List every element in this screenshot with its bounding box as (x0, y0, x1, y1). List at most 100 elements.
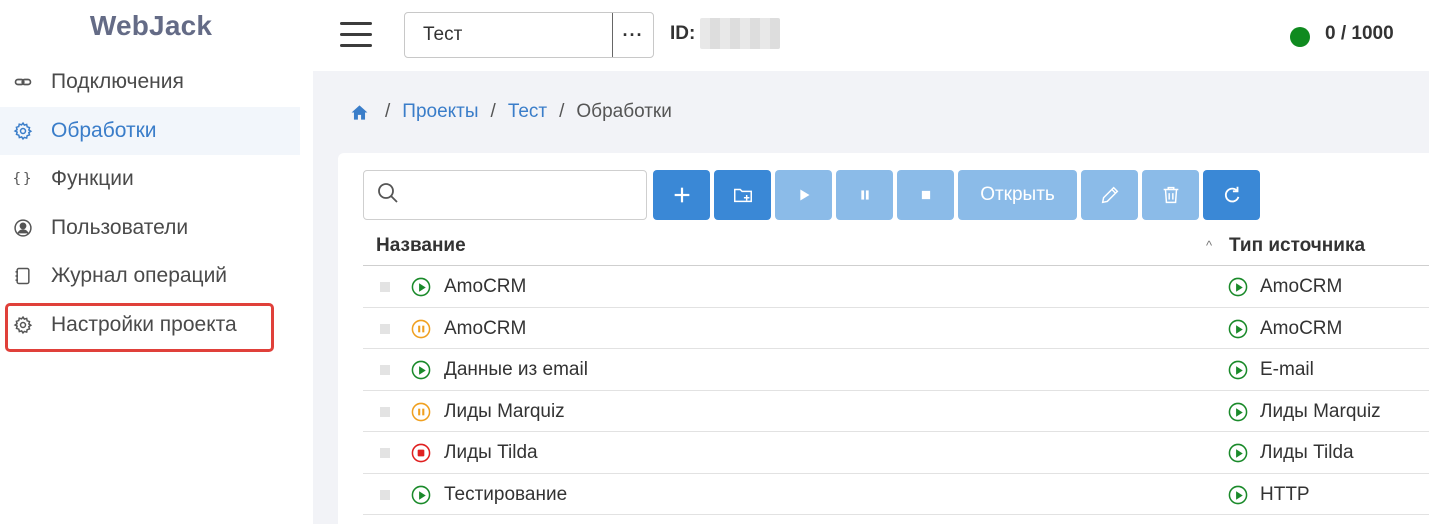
breadcrumb-projects[interactable]: Проекты (402, 101, 478, 123)
sidebar-item-journal[interactable]: Журнал операций (0, 252, 300, 301)
row-name[interactable]: AmoCRM (444, 276, 526, 298)
status-indicator (1290, 27, 1310, 47)
sidebar-item-label: Журнал операций (51, 264, 228, 288)
user-icon (12, 217, 34, 239)
row-name[interactable]: Тестирование (444, 484, 567, 506)
play-button[interactable] (775, 170, 832, 220)
table-row[interactable]: AmoCRM AmoCRM (363, 308, 1429, 349)
home-icon[interactable] (350, 103, 369, 122)
search-input[interactable] (408, 179, 638, 211)
row-checkbox[interactable] (380, 448, 390, 458)
add-button[interactable] (653, 170, 710, 220)
project-name[interactable]: Тест (405, 13, 612, 57)
delete-button[interactable] (1142, 170, 1199, 220)
sidebar-item-label: Функции (51, 167, 134, 191)
open-button[interactable]: Открыть (958, 170, 1077, 220)
row-name[interactable]: Данные из email (444, 359, 588, 381)
stop-button[interactable] (897, 170, 954, 220)
search-box[interactable] (363, 170, 647, 220)
column-header-name[interactable]: Название (376, 235, 466, 257)
row-name[interactable]: Лиды Tilda (444, 442, 538, 464)
pencil-icon (1101, 186, 1118, 204)
refresh-icon (1224, 186, 1239, 203)
pause-icon (860, 190, 869, 200)
gear-icon (12, 314, 34, 336)
table-header: Название ^ Тип источника (363, 226, 1429, 266)
project-more-button[interactable]: ··· (612, 13, 653, 57)
row-source: Лиды Marquiz (1260, 400, 1381, 422)
row-checkbox[interactable] (380, 282, 390, 292)
play-circle-icon (1228, 360, 1248, 380)
refresh-button[interactable] (1203, 170, 1260, 220)
edit-button[interactable] (1081, 170, 1138, 220)
sidebar-item-processing[interactable]: Обработки (0, 106, 300, 155)
sidebar-item-label: Подключения (51, 70, 184, 94)
table-row[interactable]: Лиды Marquiz Лиды Marquiz (363, 391, 1429, 432)
column-header-source[interactable]: Тип источника (1229, 235, 1365, 257)
add-folder-button[interactable] (714, 170, 771, 220)
row-checkbox[interactable] (380, 489, 390, 500)
project-selector[interactable]: Тест ··· (404, 12, 654, 58)
sidebar-item-functions[interactable]: {} Функции (0, 155, 300, 204)
row-name[interactable]: AmoCRM (444, 318, 526, 340)
stop-icon (921, 190, 930, 200)
row-source: AmoCRM (1260, 317, 1343, 339)
sidebar: WebJack Подключения Обработки {} Функции… (0, 0, 313, 524)
row-checkbox[interactable] (380, 365, 390, 375)
play-circle-icon (411, 360, 431, 380)
table-row[interactable]: Данные из email E-mail (363, 349, 1429, 391)
row-checkbox[interactable] (380, 323, 390, 334)
play-circle-icon (411, 277, 431, 297)
sidebar-item-users[interactable]: Пользователи (0, 204, 300, 253)
toolbar: Открыть (363, 170, 1264, 220)
plus-icon (674, 187, 689, 203)
play-circle-icon (1228, 277, 1248, 297)
top-bar: Тест ··· ID: 0 / 1000 (313, 0, 1429, 71)
id-label: ID: (670, 23, 696, 44)
table-body: AmoCRM AmoCRM AmoCRM AmoCRM Данные из email E… (363, 266, 1429, 515)
play-circle-icon (1228, 319, 1248, 339)
breadcrumb-current: Обработки (576, 101, 672, 122)
play-circle-icon (411, 485, 431, 505)
row-source: Лиды Tilda (1260, 442, 1354, 463)
sidebar-item-label: Настройки проекта (51, 312, 237, 336)
processing-table: Название ^ Тип источника AmoCRM AmoCRM Amo… (363, 226, 1429, 515)
journal-icon (12, 265, 34, 287)
pause-circle-icon (411, 402, 431, 422)
table-row[interactable]: Лиды Tilda Лиды Tilda (363, 432, 1429, 474)
folder-plus-icon (733, 188, 752, 203)
play-circle-icon (1228, 443, 1248, 463)
pause-button[interactable] (836, 170, 893, 220)
processing-card: Открыть Название ^ Тип источника AmoCRM A… (338, 153, 1429, 524)
gear-icon (12, 120, 34, 142)
row-source: HTTP (1260, 483, 1310, 505)
breadcrumb-project[interactable]: Тест (508, 101, 547, 123)
id-value-redacted (700, 18, 780, 49)
search-icon (376, 181, 400, 205)
breadcrumb: / Проекты / Тест / Обработки (350, 101, 672, 123)
sidebar-item-connections[interactable]: Подключения (0, 58, 300, 107)
pause-circle-icon (411, 319, 431, 339)
row-source: AmoCRM (1260, 276, 1343, 297)
stop-circle-icon (411, 443, 431, 463)
table-row[interactable]: AmoCRM AmoCRM (363, 266, 1429, 308)
table-row[interactable]: Тестирование HTTP (363, 474, 1429, 515)
play-circle-icon (1228, 485, 1248, 505)
braces-icon: {} (12, 171, 34, 188)
sort-indicator-icon[interactable]: ^ (1206, 238, 1212, 253)
link-icon (12, 71, 34, 93)
sidebar-item-project-settings[interactable]: Настройки проекта (0, 301, 300, 350)
sidebar-item-label: Обработки (51, 118, 157, 142)
sidebar-nav: Подключения Обработки {} Функции Пользов… (0, 58, 300, 349)
main-content: / Проекты / Тест / Обработки Открыть Наз… (313, 71, 1429, 524)
sidebar-item-label: Пользователи (51, 215, 189, 239)
play-circle-icon (1228, 402, 1248, 422)
row-checkbox[interactable] (380, 406, 390, 417)
menu-toggle-button[interactable] (340, 22, 372, 48)
app-logo[interactable]: WebJack (0, 10, 302, 42)
usage-counter: 0 / 1000 (1325, 23, 1394, 44)
trash-icon (1163, 186, 1178, 204)
row-name[interactable]: Лиды Marquiz (444, 401, 565, 423)
row-source: E-mail (1260, 359, 1314, 380)
play-icon (799, 189, 809, 201)
